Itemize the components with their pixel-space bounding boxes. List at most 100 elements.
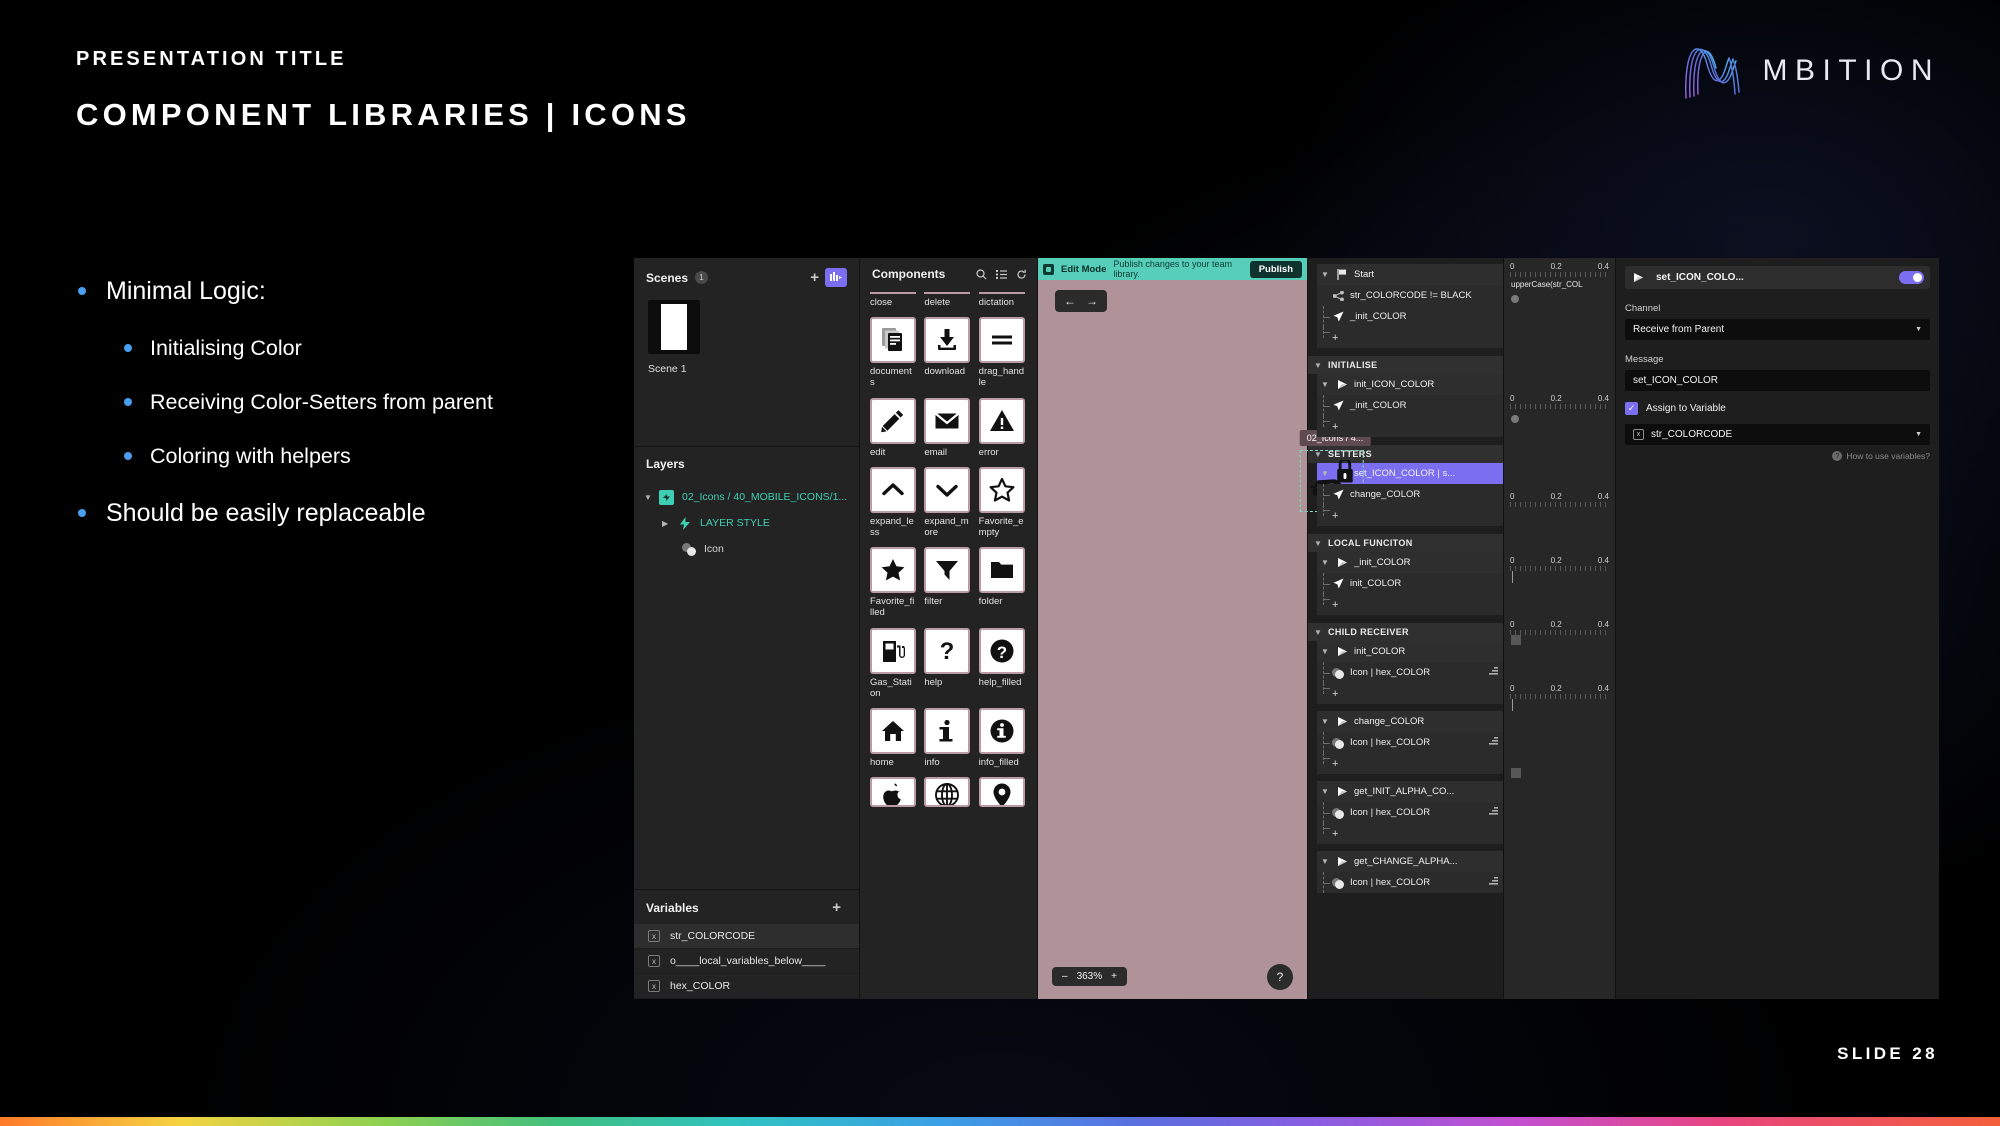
enable-toggle[interactable] [1899, 271, 1924, 284]
graph-add-row[interactable]: + [1317, 683, 1503, 704]
timeline-panel[interactable]: 0 0.2 0.4 upperCase(str_COL 0 0.2 0.4 [1504, 258, 1616, 999]
graph-node-start[interactable]: ▼ Start [1317, 264, 1503, 285]
list-item[interactable]: x o____local_variables_below____ [634, 949, 859, 974]
graph-condition-row[interactable]: str_COLORCODE != BLACK [1317, 285, 1503, 306]
variables-help-link[interactable]: ? How to use variables? [1625, 451, 1930, 461]
add-variable-button[interactable]: + [826, 900, 847, 915]
graph-node[interactable]: ▼ get_INIT_ALPHA_CO... [1317, 781, 1503, 802]
grid-item[interactable]: drag_handle [979, 317, 1027, 397]
channel-select[interactable]: Receive from Parent ▼ [1625, 319, 1930, 340]
timeline-view-button[interactable] [825, 268, 847, 287]
graph-child-row[interactable]: init_COLOR [1317, 573, 1503, 594]
arrow-left-icon[interactable]: ← [1064, 294, 1076, 308]
grid-item[interactable]: info_filled [979, 708, 1027, 777]
timeline-keyframe[interactable] [1511, 415, 1519, 423]
grid-item[interactable]: Gas_Station [870, 628, 918, 708]
add-node-button[interactable]: + [1332, 688, 1338, 700]
graph-child-row[interactable]: Icon | hex_COLOR [1317, 802, 1503, 823]
chevron-down-icon[interactable]: ▼ [644, 493, 658, 502]
graph-child-row[interactable]: Icon | hex_COLOR [1317, 662, 1503, 683]
grid-item[interactable]: Favorite_empty [979, 467, 1027, 547]
chevron-down-icon[interactable]: ▼ [1321, 558, 1335, 567]
layer-row[interactable]: ▼ 02_Icons / 40_MOBILE_ICONS/1... [634, 484, 859, 510]
list-view-icon[interactable] [996, 270, 1007, 279]
chevron-down-icon[interactable]: ▼ [1314, 628, 1328, 637]
graph-add-row[interactable]: + [1317, 823, 1503, 844]
graph-child-row[interactable]: _init_COLOR [1317, 395, 1503, 416]
timeline-playhead[interactable] [1512, 699, 1513, 711]
timeline-keyframe[interactable] [1511, 295, 1519, 303]
assign-to-variable-checkbox[interactable]: ✓ Assign to Variable [1625, 402, 1930, 415]
anim-icon[interactable] [1489, 807, 1498, 819]
grid-item[interactable]: expand_more [924, 467, 972, 547]
grid-item[interactable]: ? help [924, 628, 972, 708]
add-node-button[interactable]: + [1332, 599, 1338, 611]
graph-add-row[interactable]: + [1317, 416, 1503, 437]
grid-item[interactable]: home [870, 708, 918, 777]
properties-header[interactable]: set_ICON_COLO... [1625, 266, 1930, 289]
grid-item[interactable]: folder [979, 547, 1027, 627]
add-node-button[interactable]: + [1332, 332, 1338, 344]
graph-add-row[interactable]: + [1317, 327, 1503, 348]
anim-icon[interactable] [1489, 877, 1498, 889]
graph-section-local-function[interactable]: ▼ LOCAL FUNCITON [1308, 534, 1503, 552]
scene-thumbnail[interactable] [648, 300, 700, 354]
graph-child-row[interactable]: Icon | hex_COLOR [1317, 872, 1503, 893]
grid-item[interactable]: close [870, 289, 918, 317]
layer-row[interactable]: Icon [634, 536, 859, 562]
graph-section-child-receiver[interactable]: ▼ CHILD RECEIVER [1308, 623, 1503, 641]
grid-item[interactable]: info [924, 708, 972, 777]
grid-item[interactable] [924, 777, 972, 819]
variable-select[interactable]: x str_COLORCODE ▼ [1625, 424, 1930, 445]
anim-icon[interactable] [1489, 667, 1498, 679]
grid-item[interactable]: download [924, 317, 972, 397]
add-node-button[interactable]: + [1332, 510, 1338, 522]
arrow-right-icon[interactable]: → [1086, 294, 1098, 308]
zoom-in-button[interactable]: + [1111, 971, 1117, 982]
add-node-button[interactable]: + [1332, 421, 1338, 433]
graph-child-row[interactable]: change_COLOR [1317, 484, 1503, 505]
graph-node[interactable]: ▼ init_ICON_COLOR [1317, 374, 1503, 395]
timeline-clip[interactable] [1511, 635, 1521, 645]
canvas-panel[interactable]: Edit Mode Publish changes to your team l… [1038, 258, 1308, 999]
layer-row[interactable]: ▶ LAYER STYLE [634, 510, 859, 536]
graph-child-row[interactable]: _init_COLOR [1317, 306, 1503, 327]
list-item[interactable]: x str_COLORCODE [634, 924, 859, 949]
graph-child-row[interactable]: Icon | hex_COLOR [1317, 732, 1503, 753]
publish-button[interactable]: Publish [1250, 261, 1302, 278]
chevron-down-icon[interactable]: ▼ [1321, 717, 1335, 726]
grid-item[interactable]: dictation [979, 289, 1027, 317]
graph-section-initialise[interactable]: ▼ INITIALISE [1308, 356, 1503, 374]
grid-item[interactable]: edit [870, 398, 918, 467]
message-input[interactable]: set_ICON_COLOR [1625, 370, 1930, 391]
search-icon[interactable] [976, 269, 987, 280]
grid-item[interactable]: email [924, 398, 972, 467]
chevron-down-icon[interactable]: ▼ [1321, 647, 1335, 656]
graph-add-row[interactable]: + [1317, 594, 1503, 615]
graph-node[interactable]: ▼ _init_COLOR [1317, 552, 1503, 573]
grid-item[interactable] [870, 777, 918, 819]
chevron-down-icon[interactable]: ▼ [1321, 787, 1335, 796]
graph-add-row[interactable]: + [1317, 505, 1503, 526]
add-scene-button[interactable]: + [804, 270, 825, 285]
grid-item[interactable]: error [979, 398, 1027, 467]
grid-item[interactable]: filter [924, 547, 972, 627]
graph-node[interactable]: ▼ init_COLOR [1317, 641, 1503, 662]
chevron-down-icon[interactable]: ▼ [1321, 270, 1335, 279]
chevron-right-icon[interactable]: ▶ [662, 519, 676, 528]
grid-item[interactable]: Favorite_filled [870, 547, 918, 627]
anim-icon[interactable] [1489, 737, 1498, 749]
grid-item[interactable]: documents [870, 317, 918, 397]
graph-node[interactable]: ▼ change_COLOR [1317, 711, 1503, 732]
grid-item[interactable]: expand_less [870, 467, 918, 547]
help-button[interactable]: ? [1267, 964, 1293, 990]
chevron-down-icon[interactable]: ▼ [1314, 361, 1328, 370]
graph-add-row[interactable]: + [1317, 753, 1503, 774]
list-item[interactable]: x hex_COLOR [634, 974, 859, 999]
chevron-down-icon[interactable]: ▼ [1321, 380, 1335, 389]
zoom-out-button[interactable]: – [1062, 971, 1068, 982]
add-node-button[interactable]: + [1332, 758, 1338, 770]
timeline-clip[interactable] [1511, 768, 1521, 778]
chevron-down-icon[interactable]: ▼ [1321, 857, 1335, 866]
graph-node[interactable]: ▼ get_CHANGE_ALPHA... [1317, 851, 1503, 872]
